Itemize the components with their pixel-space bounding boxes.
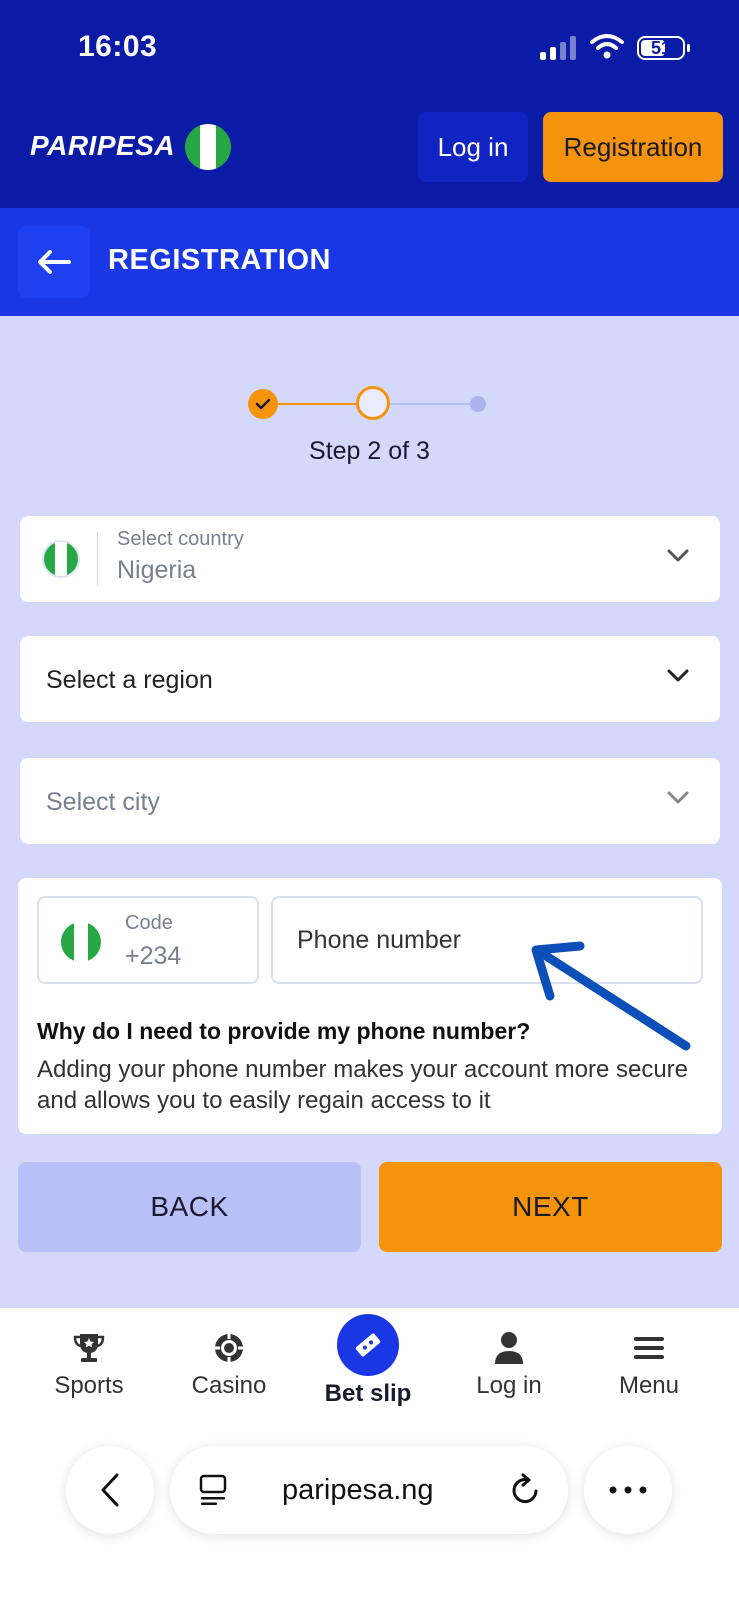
chevron-down-icon xyxy=(667,791,689,804)
reload-icon[interactable] xyxy=(510,1472,542,1506)
annotation-arrow-icon xyxy=(531,941,691,1051)
site-header: PARIPESA Log in Registration xyxy=(0,100,739,208)
why-phone-heading: Why do I need to provide my phone number… xyxy=(37,1018,531,1044)
nav-item-sports[interactable]: Sports xyxy=(29,1328,149,1400)
country-select[interactable]: Select country Nigeria xyxy=(20,516,720,602)
paripesa-logo[interactable]: PARIPESA xyxy=(30,130,175,162)
step-3-pending xyxy=(470,396,486,412)
back-arrow-button[interactable] xyxy=(18,226,90,298)
chevron-down-icon xyxy=(667,669,689,682)
browser-toolbar: paripesa.ng xyxy=(0,1430,739,1600)
user-icon xyxy=(495,1332,523,1364)
browser-address-bar[interactable]: paripesa.ng xyxy=(170,1446,568,1534)
header-login-button[interactable]: Log in xyxy=(418,112,528,182)
region-select-placeholder: Select a region xyxy=(46,666,213,694)
nav-label-casino: Casino xyxy=(191,1372,267,1399)
nigeria-flag-icon xyxy=(42,540,80,578)
country-code-select[interactable]: Code +234 xyxy=(37,896,259,984)
nav-label-sports: Sports xyxy=(54,1372,124,1399)
trophy-icon xyxy=(73,1334,105,1362)
nav-item-bet-slip[interactable]: Bet slip xyxy=(308,1314,428,1408)
header-registration-button[interactable]: Registration xyxy=(543,112,723,182)
status-time: 16:03 xyxy=(78,30,158,63)
country-select-label: Select country xyxy=(117,528,244,550)
status-bar: 16:03 51 xyxy=(0,0,739,100)
page-title: REGISTRATION xyxy=(108,244,331,276)
chevron-down-icon xyxy=(667,549,689,562)
code-value: +234 xyxy=(125,942,182,970)
nav-label-menu: Menu xyxy=(618,1372,680,1399)
next-button[interactable]: NEXT xyxy=(379,1162,722,1252)
bottom-nav: Sports Casino Bet slip Log in Menu xyxy=(0,1308,739,1430)
casino-chip-icon xyxy=(215,1334,243,1362)
browser-url: paripesa.ng xyxy=(282,1474,434,1506)
wifi-icon xyxy=(590,34,624,59)
city-select-placeholder: Select city xyxy=(46,788,160,816)
nav-item-login[interactable]: Log in xyxy=(449,1328,569,1400)
step-2-current xyxy=(356,386,390,420)
checkmark-icon xyxy=(255,398,271,410)
step-label: Step 2 of 3 xyxy=(309,437,430,465)
step-1-complete xyxy=(248,389,278,419)
browser-back-button[interactable] xyxy=(66,1446,154,1534)
registration-stepper xyxy=(248,386,494,422)
more-dots-icon xyxy=(609,1486,647,1494)
nigeria-flag-icon xyxy=(61,922,101,962)
region-select[interactable]: Select a region xyxy=(20,636,720,722)
code-label: Code xyxy=(125,912,173,934)
nigeria-flag-icon xyxy=(185,124,231,170)
browser-more-button[interactable] xyxy=(584,1446,672,1534)
nav-label-login: Log in xyxy=(476,1372,542,1399)
step-connector-pending xyxy=(388,403,478,405)
nav-item-casino[interactable]: Casino xyxy=(169,1328,289,1400)
hamburger-icon xyxy=(634,1337,664,1359)
step-connector-done xyxy=(278,403,356,405)
battery-icon: 51 xyxy=(637,36,690,60)
ticket-icon xyxy=(355,1333,381,1357)
nav-label-bet-slip: Bet slip xyxy=(324,1380,412,1407)
arrow-left-icon xyxy=(38,250,71,274)
phone-number-placeholder: Phone number xyxy=(297,926,462,954)
country-select-value: Nigeria xyxy=(117,556,197,584)
city-select[interactable]: Select city xyxy=(20,758,720,844)
chevron-left-icon xyxy=(101,1473,119,1507)
nav-item-menu[interactable]: Menu xyxy=(589,1328,709,1400)
battery-level: 51 xyxy=(650,38,672,58)
page-title-bar: REGISTRATION xyxy=(0,208,739,316)
back-button[interactable]: BACK xyxy=(18,1162,361,1252)
cellular-signal-icon xyxy=(540,36,576,60)
tabs-icon xyxy=(199,1474,227,1505)
divider xyxy=(97,532,98,586)
